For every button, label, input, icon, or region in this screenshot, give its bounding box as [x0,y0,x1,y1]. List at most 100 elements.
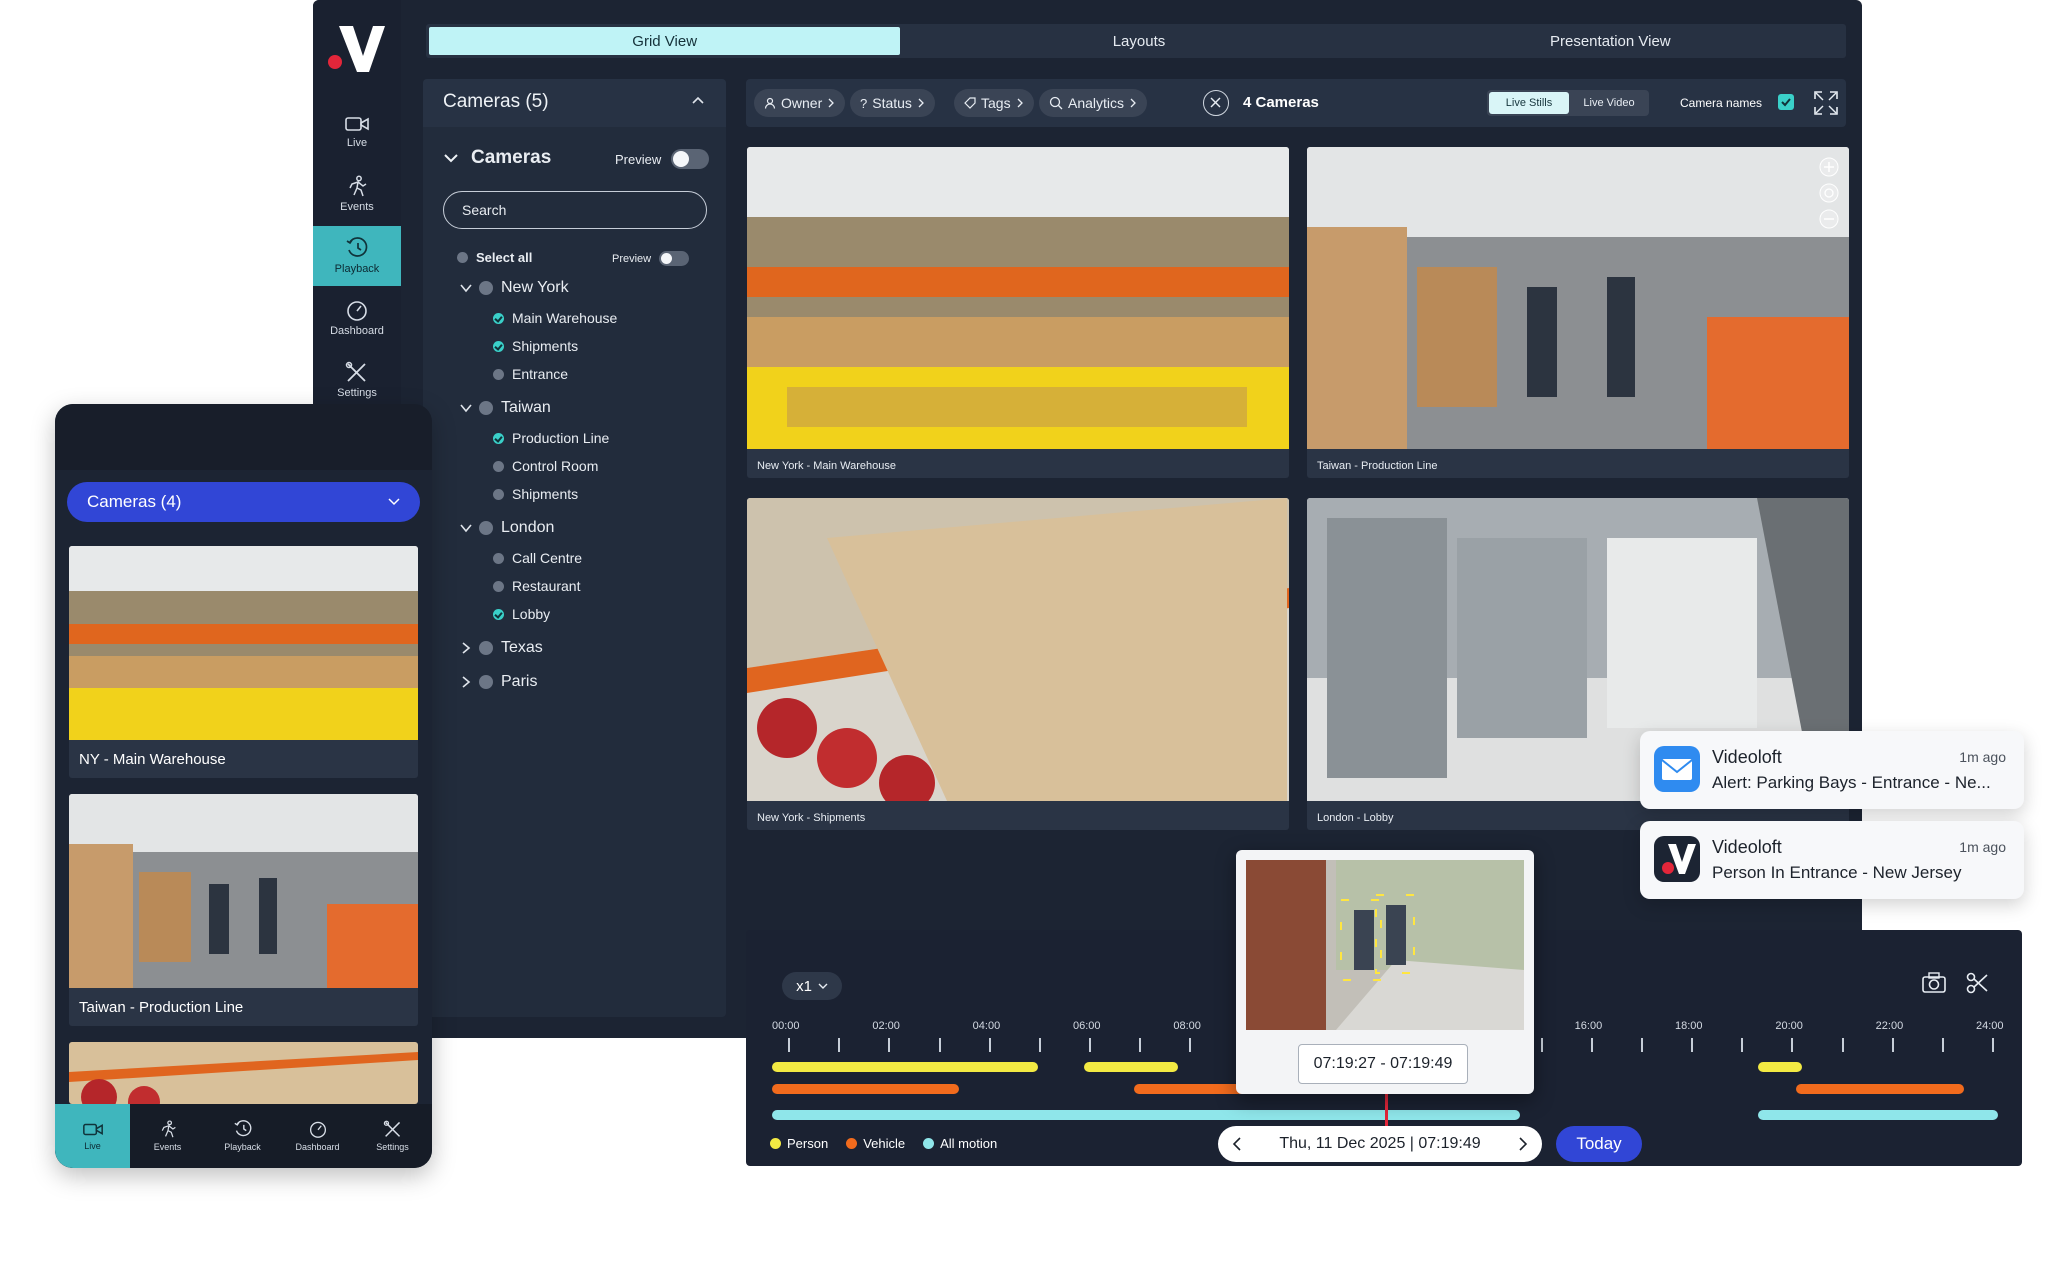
vehicle-event-bar[interactable] [772,1084,959,1094]
camera-icon [345,115,369,133]
tab-presentation-view[interactable]: Presentation View [1375,24,1846,58]
analytics-filter[interactable]: Analytics [1039,89,1148,117]
mobile-nav-settings[interactable]: Settings [355,1104,430,1168]
chevron-up-icon[interactable] [691,95,705,105]
scissors-icon[interactable] [1966,972,1988,994]
tree-camera-row[interactable]: Entrance [493,366,568,382]
tree-camera-row[interactable]: Shipments [493,486,578,502]
person-event-bar[interactable] [772,1062,1038,1072]
camera-checkbox[interactable] [493,312,504,324]
chevron-left-icon[interactable] [1232,1137,1242,1151]
tags-filter[interactable]: Tags [954,89,1034,117]
mobile-nav-playback[interactable]: Playback [205,1104,280,1168]
chevron-right-icon [1016,97,1024,109]
notification-card[interactable]: Videoloft 1m ago Alert: Parking Bays - E… [1640,731,2024,809]
warehouse-feed-image [747,147,1289,449]
today-button[interactable]: Today [1556,1126,1642,1162]
tab-grid-view[interactable]: Grid View [429,27,901,55]
notification-card[interactable]: Videoloft 1m ago Person In Entrance - Ne… [1640,821,2024,899]
motion-event-bar[interactable] [1758,1110,1998,1120]
mobile-nav-dashboard[interactable]: Dashboard [280,1104,355,1168]
speed-value: x1 [796,977,812,995]
live-video-button[interactable]: Live Video [1571,92,1647,114]
tree-camera-row[interactable]: Lobby [493,606,550,622]
preview-small-row[interactable]: Preview [612,251,690,266]
camera-names-checkbox[interactable] [1778,94,1794,110]
camera-tile[interactable]: New York - Main Warehouse [747,147,1289,478]
tree-site-london[interactable]: London [459,519,554,537]
camera-checkbox[interactable] [493,460,504,472]
mobile-camera-tile[interactable]: Taiwan - Production Line [69,794,418,1026]
playhead[interactable] [1385,1090,1388,1126]
reset-zoom-icon[interactable] [1819,183,1839,203]
rail-item-settings[interactable]: Settings [313,350,401,410]
camera-label: Restaurant [512,578,581,594]
mobile-nav-live[interactable]: Live [55,1104,130,1168]
status-filter[interactable]: ? Status [850,89,935,117]
camera-checkbox[interactable] [493,368,504,380]
tree-camera-row[interactable]: Control Room [493,458,598,474]
live-stills-button[interactable]: Live Stills [1489,92,1569,114]
tree-site-taiwan[interactable]: Taiwan [459,399,551,417]
rail-label: Events [340,201,374,213]
rail-item-playback[interactable]: Playback [313,226,401,286]
tree-camera-row[interactable]: Production Line [493,430,609,446]
tree-site-paris[interactable]: Paris [459,673,537,691]
camera-caption: Taiwan - Production Line [1317,460,1438,472]
camera-checkbox[interactable] [493,488,504,500]
camera-tile[interactable]: Taiwan - Production Line [1307,147,1849,478]
motion-event-bar[interactable] [772,1110,1520,1120]
person-event-bar[interactable] [1084,1062,1178,1072]
chevron-right-icon[interactable] [1518,1137,1528,1151]
mail-icon [1654,746,1700,792]
tab-layouts[interactable]: Layouts [903,24,1374,58]
rail-item-events[interactable]: Events [313,164,401,224]
preview-toggle[interactable] [671,149,710,169]
tree-camera-row[interactable]: Restaurant [493,578,580,594]
tree-site-new-york[interactable]: New York [459,279,569,297]
site-checkbox[interactable] [479,281,493,295]
videoloft-app-icon [1654,836,1700,882]
tree-header[interactable]: Cameras (5) [423,79,726,127]
owner-filter[interactable]: Owner [754,89,846,117]
select-all-checkbox[interactable] [457,252,468,263]
site-checkbox[interactable] [479,675,493,689]
person-event-bar[interactable] [1758,1062,1802,1072]
mobile-camera-tile[interactable] [69,1042,418,1104]
camera-checkbox[interactable] [493,552,504,564]
preview-toggle-row[interactable]: Preview [615,149,710,169]
tree-search-input[interactable]: Search [443,191,707,229]
preview-small-toggle[interactable] [659,251,690,266]
mobile-camera-tile[interactable]: NY - Main Warehouse [69,546,418,778]
rail-item-dashboard[interactable]: Dashboard [313,288,401,348]
question-icon: ? [860,95,868,111]
cameras-dropdown[interactable]: Cameras (4) [67,482,420,522]
site-checkbox[interactable] [479,401,493,415]
site-checkbox[interactable] [479,521,493,535]
current-date[interactable]: Thu, 11 Dec 2025 | 07:19:49 [1279,1135,1480,1153]
camera-checkbox[interactable] [493,340,504,352]
tree-camera-row[interactable]: Main Warehouse [493,310,617,326]
cameras-group-toggle[interactable]: Cameras [443,147,551,169]
tree-camera-row[interactable]: Call Centre [493,550,582,566]
user-icon [764,97,776,109]
zoom-in-icon[interactable] [1819,157,1839,177]
clear-filters-button[interactable] [1203,90,1229,116]
tools-icon [383,1120,403,1138]
mobile-nav-events[interactable]: Events [130,1104,205,1168]
camera-checkbox[interactable] [493,580,504,592]
camera-tile[interactable]: New York - Shipments [747,498,1289,830]
zoom-out-icon[interactable] [1819,209,1839,229]
site-checkbox[interactable] [479,641,493,655]
tree-site-texas[interactable]: Texas [459,639,543,657]
camera-snapshot-icon[interactable] [1922,972,1946,994]
camera-checkbox[interactable] [493,432,504,444]
select-all-row[interactable]: Select all [457,250,532,265]
fullscreen-icon[interactable] [1814,91,1838,115]
camera-checkbox[interactable] [493,608,504,620]
rail-item-live[interactable]: Live [313,102,401,162]
timeline-hour-label: 20:00 [1775,1020,1803,1032]
speed-select[interactable]: x1 [782,972,842,1000]
tree-camera-row[interactable]: Shipments [493,338,578,354]
vehicle-event-bar[interactable] [1796,1084,1964,1094]
